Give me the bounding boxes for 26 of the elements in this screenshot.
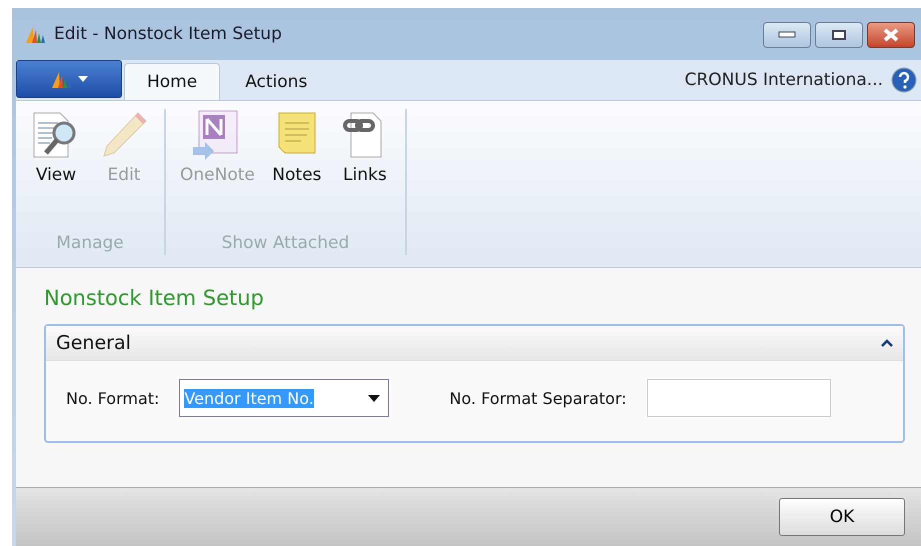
application-menu-button[interactable] <box>16 60 122 98</box>
input-field[interactable] <box>646 379 831 417</box>
minimize-icon <box>778 31 796 39</box>
page-title: Nonstock Item Setup <box>44 286 265 310</box>
close-button[interactable] <box>867 22 915 48</box>
close-icon <box>882 28 900 42</box>
field-label: No. Format: <box>66 388 160 408</box>
section-title: General <box>56 332 131 354</box>
field-label: No. Format Separator: <box>449 388 627 408</box>
minimize-button[interactable] <box>763 22 811 48</box>
maximize-button[interactable] <box>815 22 863 48</box>
maximize-icon <box>831 29 847 41</box>
window-title: Edit - Nonstock Item Setup <box>54 24 283 44</box>
ok-button[interactable]: OK <box>779 498 905 536</box>
caret-icon <box>368 394 380 402</box>
ribbon-button[interactable]: Notes <box>266 109 327 233</box>
ribbon-button[interactable]: Links <box>334 109 395 233</box>
group-label: Manage <box>56 233 124 255</box>
ribbon-tab[interactable]: Home <box>124 63 220 100</box>
group-label: Show Attached <box>222 233 350 255</box>
company-name[interactable]: CRONUS Internationa... <box>684 70 889 90</box>
help-icon[interactable] <box>891 67 917 93</box>
ribbon-button[interactable]: View <box>26 109 86 233</box>
ribbon-tab[interactable]: Actions <box>222 63 330 100</box>
caret-icon <box>78 76 88 82</box>
collapse-icon[interactable] <box>881 339 893 347</box>
